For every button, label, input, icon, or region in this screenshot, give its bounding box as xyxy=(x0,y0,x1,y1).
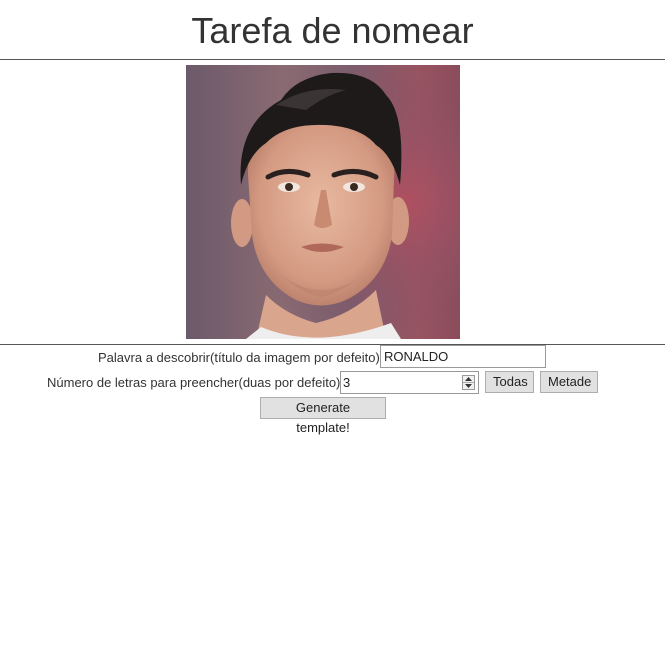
letters-count-label: Número de letras para preencher(duas por… xyxy=(47,375,344,390)
portrait-image xyxy=(186,65,460,339)
todas-button[interactable]: Todas xyxy=(485,371,534,393)
metade-button[interactable]: Metade xyxy=(540,371,598,393)
spin-down-icon[interactable] xyxy=(463,383,474,389)
letters-count-stepper[interactable] xyxy=(340,371,479,394)
page-title: Tarefa de nomear xyxy=(191,10,474,51)
word-input[interactable] xyxy=(380,345,546,368)
word-label: Palavra a descobrir(título da imagem por… xyxy=(98,350,384,365)
generate-template-button[interactable]: Generate template! xyxy=(260,397,386,435)
bottom-divider xyxy=(0,344,665,345)
letters-count-input[interactable] xyxy=(343,374,458,391)
spinner[interactable] xyxy=(462,375,475,390)
top-divider xyxy=(0,59,665,60)
spin-up-icon[interactable] xyxy=(463,376,474,383)
